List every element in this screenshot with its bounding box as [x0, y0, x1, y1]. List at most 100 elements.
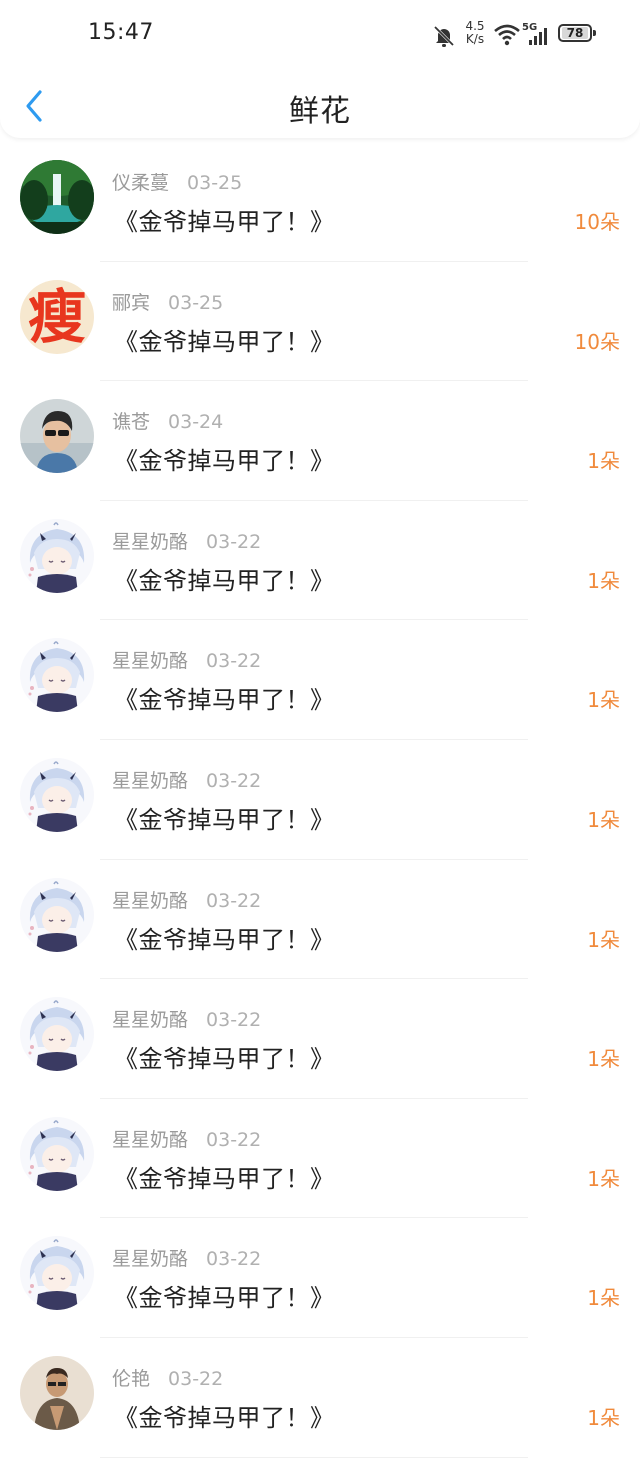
user-name: 谯苍 [112, 411, 151, 434]
list-item[interactable]: 仪柔蔓 03-25 《金爷掉马甲了！》 10朵 [0, 142, 640, 262]
user-name: 星星奶酪 [112, 1009, 189, 1032]
user-name: 仪柔蔓 [112, 172, 170, 194]
flower-count: 1朵 [587, 568, 620, 593]
user-name: 伦艳 [112, 1367, 151, 1390]
list-item[interactable]: 星星奶酪 03-22 《金爷掉马甲了！》 1朵 [0, 860, 640, 980]
anime-avatar-art [20, 757, 94, 832]
gift-date: 03-22 [206, 1128, 262, 1151]
battery-level: 78 [562, 27, 588, 39]
list-item[interactable]: 星星奶酪 03-22 《金爷掉马甲了！》 1朵 [0, 1099, 640, 1219]
battery-icon: 78 [558, 24, 596, 42]
flower-count: 10朵 [574, 210, 620, 234]
user-name: 星星奶酪 [112, 889, 189, 912]
flower-count: 1朵 [587, 1286, 620, 1311]
gift-date: 03-22 [206, 530, 262, 553]
user-name: 星星奶酪 [112, 1128, 189, 1151]
book-title: 《金爷掉马甲了！》 [114, 686, 335, 715]
book-title: 《金爷掉马甲了！》 [114, 1045, 335, 1074]
book-title: 《金爷掉马甲了！》 [114, 327, 335, 356]
avatar[interactable] [20, 1355, 94, 1430]
book-title: 《金爷掉马甲了！》 [114, 566, 335, 595]
flower-count: 1朵 [587, 449, 620, 474]
avatar[interactable] [20, 997, 94, 1072]
gift-date: 03-22 [206, 889, 262, 912]
list-item[interactable]: 星星奶酪 03-22 《金爷掉马甲了！》 1朵 [0, 1218, 640, 1338]
flower-count: 1朵 [587, 1047, 620, 1072]
net-speed: 4.5 K/s [462, 20, 488, 46]
user-name: 星星奶酪 [112, 650, 189, 673]
battery-tip [593, 30, 596, 36]
gift-date: 03-22 [206, 769, 262, 792]
list-item[interactable]: 星星奶酪 03-22 《金爷掉马甲了！》 1朵 [0, 979, 640, 1099]
anime-avatar-art [20, 877, 94, 952]
avatar[interactable] [20, 160, 94, 234]
gift-date: 03-22 [206, 1248, 262, 1271]
name-line: 星星奶酪 03-22 [112, 527, 261, 554]
anime-avatar-art [20, 518, 94, 593]
avatar[interactable] [20, 877, 94, 952]
list-item[interactable]: 瘦 郦宾 03-25 《金爷掉马甲了！》 10朵 [0, 262, 640, 382]
anime-avatar-art [20, 1236, 94, 1311]
user-name: 郦宾 [112, 291, 151, 314]
waterfall-avatar-art [20, 160, 94, 234]
divider [100, 1456, 528, 1458]
avatar[interactable] [20, 1236, 94, 1311]
gift-date: 03-24 [168, 411, 224, 434]
book-title: 《金爷掉马甲了！》 [114, 1164, 335, 1193]
gift-date: 03-25 [187, 172, 243, 194]
list-item[interactable]: 伦艳 03-22 《金爷掉马甲了！》 1朵 [0, 1338, 640, 1458]
book-title: 《金爷掉马甲了！》 [114, 1284, 335, 1313]
name-line: 星星奶酪 03-22 [112, 886, 261, 913]
list-item[interactable]: 星星奶酪 03-22 《金爷掉马甲了！》 1朵 [0, 740, 640, 860]
gift-date: 03-22 [168, 1367, 224, 1390]
page-title: 鲜花 [289, 94, 351, 129]
avatar-glyph: 瘦 [27, 282, 86, 351]
avatar[interactable] [20, 518, 94, 593]
name-line: 星星奶酪 03-22 [112, 1005, 261, 1032]
status-icons: 4.5 K/s 5G 78 [432, 20, 604, 50]
name-line: 伦艳 03-22 [112, 1364, 223, 1391]
status-time: 15:47 [88, 20, 154, 45]
book-title: 《金爷掉马甲了！》 [114, 1403, 335, 1432]
name-line: 仪柔蔓 03-25 [112, 168, 242, 195]
user-name: 星星奶酪 [112, 769, 189, 792]
gift-date: 03-22 [206, 650, 262, 673]
avatar[interactable] [20, 757, 94, 832]
avatar[interactable]: 瘦 [20, 279, 94, 354]
flower-count: 1朵 [587, 688, 620, 713]
gift-date: 03-25 [168, 291, 224, 314]
book-title: 《金爷掉马甲了！》 [114, 925, 335, 954]
avatar[interactable] [20, 399, 94, 474]
signal-icon [529, 28, 547, 45]
anime-avatar-art [20, 638, 94, 713]
name-line: 星星奶酪 03-22 [112, 766, 261, 793]
list-item[interactable]: 星星奶酪 03-22 《金爷掉马甲了！》 1朵 [0, 620, 640, 740]
gift-date: 03-22 [206, 1009, 262, 1032]
status-bar: 15:47 4.5 K/s 5G 78 [0, 0, 640, 68]
man-portrait-art [20, 1355, 94, 1430]
name-line: 星星奶酪 03-22 [112, 646, 261, 673]
flower-count: 1朵 [587, 1166, 620, 1191]
flower-count: 1朵 [587, 807, 620, 832]
anime-avatar-art [20, 1116, 94, 1191]
name-line: 谯苍 03-24 [112, 407, 223, 434]
flower-count: 1朵 [587, 927, 620, 952]
anime-avatar-art [20, 997, 94, 1072]
avatar[interactable] [20, 1116, 94, 1191]
user-name: 星星奶酪 [112, 1248, 189, 1271]
book-title: 《金爷掉马甲了！》 [114, 447, 335, 476]
bell-off-icon [433, 25, 455, 47]
man-avatar-art [20, 399, 94, 474]
list-item[interactable]: 谯苍 03-24 《金爷掉马甲了！》 1朵 [0, 381, 640, 501]
list-item[interactable]: 星星奶酪 03-22 《金爷掉马甲了！》 1朵 [0, 501, 640, 621]
flower-list: 仪柔蔓 03-25 《金爷掉马甲了！》 10朵 瘦 郦宾 03-25 《金爷掉马甲了… [0, 142, 640, 1458]
wifi-icon [494, 24, 520, 46]
flower-count: 1朵 [587, 1405, 620, 1430]
user-name: 星星奶酪 [112, 530, 189, 553]
flower-count: 10朵 [574, 329, 620, 354]
avatar[interactable] [20, 638, 94, 713]
name-line: 星星奶酪 03-22 [112, 1244, 261, 1271]
net-speed-unit: K/s [465, 32, 485, 46]
name-line: 郦宾 03-25 [112, 288, 223, 315]
book-title: 《金爷掉马甲了！》 [114, 208, 335, 236]
